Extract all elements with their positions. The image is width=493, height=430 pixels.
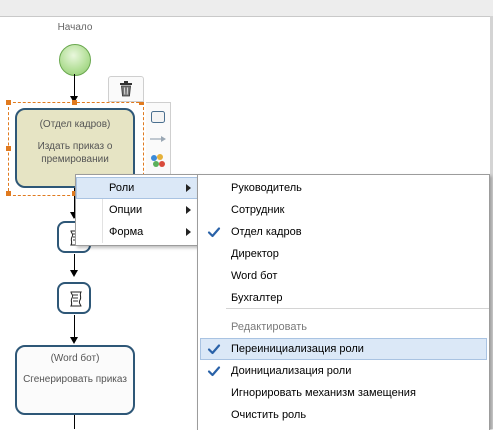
section-header-edit: Редактировать — [198, 316, 489, 338]
role-label: Отдел кадров — [231, 221, 302, 243]
start-label: Начало — [45, 22, 105, 33]
context-menu: Роли Опции Форма — [75, 174, 199, 246]
action-label: Доинициализация роли — [231, 360, 351, 382]
role-label: Руководитель — [231, 177, 302, 199]
script-task-node[interactable] — [57, 282, 91, 314]
resize-handle-nw[interactable] — [6, 100, 11, 105]
menu-separator — [226, 308, 489, 309]
section-label: Редактировать — [231, 316, 307, 338]
role-item[interactable]: Директор — [198, 243, 489, 265]
task-shape-icon[interactable] — [151, 111, 165, 123]
element-toolbar — [146, 102, 171, 180]
action-clear-role[interactable]: Очистить роль — [198, 404, 489, 426]
start-event[interactable] — [59, 44, 91, 76]
chevron-right-icon — [186, 228, 191, 236]
task-role: (Отдел кадров) — [17, 119, 133, 130]
action-label: Переинициализация роли — [231, 338, 364, 360]
trash-icon — [119, 81, 133, 97]
role-item[interactable]: Бухгалтер — [198, 287, 489, 309]
role-item[interactable]: Руководитель — [198, 177, 489, 199]
script-icon — [68, 291, 84, 307]
checkmark-icon — [206, 341, 222, 357]
role-label: Директор — [231, 243, 279, 265]
checkmark-icon — [206, 363, 222, 379]
action-reinitialize-role[interactable]: Переинициализация роли — [200, 338, 487, 360]
chevron-right-icon — [186, 184, 191, 192]
top-bar — [0, 0, 493, 17]
task-role: (Word бот) — [17, 353, 133, 364]
resize-handle-n[interactable] — [72, 100, 77, 105]
role-item[interactable]: Отдел кадров — [198, 221, 489, 243]
action-supplement-role[interactable]: Доинициализация роли — [198, 360, 489, 382]
menu-item-roles[interactable]: Роли — [76, 177, 198, 199]
task-name: Издать приказ о премировании — [17, 140, 133, 166]
role-label: Бухгалтер — [231, 287, 282, 309]
resize-handle-w[interactable] — [6, 146, 11, 151]
action-ignore-substitution[interactable]: Игнорировать механизм замещения — [198, 382, 489, 404]
menu-item-options[interactable]: Опции — [76, 199, 198, 221]
role-item[interactable]: Word бот — [198, 265, 489, 287]
checkmark-icon — [206, 224, 222, 240]
chevron-right-icon — [186, 206, 191, 214]
task-word-generate-order[interactable]: (Word бот) Сгенерировать приказ — [15, 345, 135, 415]
role-item[interactable]: Сотрудник — [198, 199, 489, 221]
roles-submenu: Руководитель Сотрудник Отдел кадров Дире… — [197, 174, 490, 430]
role-label: Word бот — [231, 265, 277, 287]
connector-task-next — [74, 415, 75, 429]
arrowhead — [70, 270, 78, 277]
palette-icon[interactable] — [150, 153, 166, 169]
delete-button[interactable] — [108, 76, 144, 102]
menu-item-label: Форма — [109, 221, 143, 243]
menu-item-form[interactable]: Форма — [76, 221, 198, 243]
resize-handle-sw[interactable] — [6, 191, 11, 196]
menu-item-label: Роли — [109, 177, 134, 199]
action-label: Игнорировать механизм замещения — [231, 382, 416, 404]
menu-item-label: Опции — [109, 199, 142, 221]
role-label: Сотрудник — [231, 199, 284, 221]
connector-arrow-icon[interactable] — [150, 135, 166, 143]
action-label: Очистить роль — [231, 404, 306, 426]
arrowhead — [70, 337, 78, 344]
task-name: Сгенерировать приказ — [17, 373, 133, 386]
